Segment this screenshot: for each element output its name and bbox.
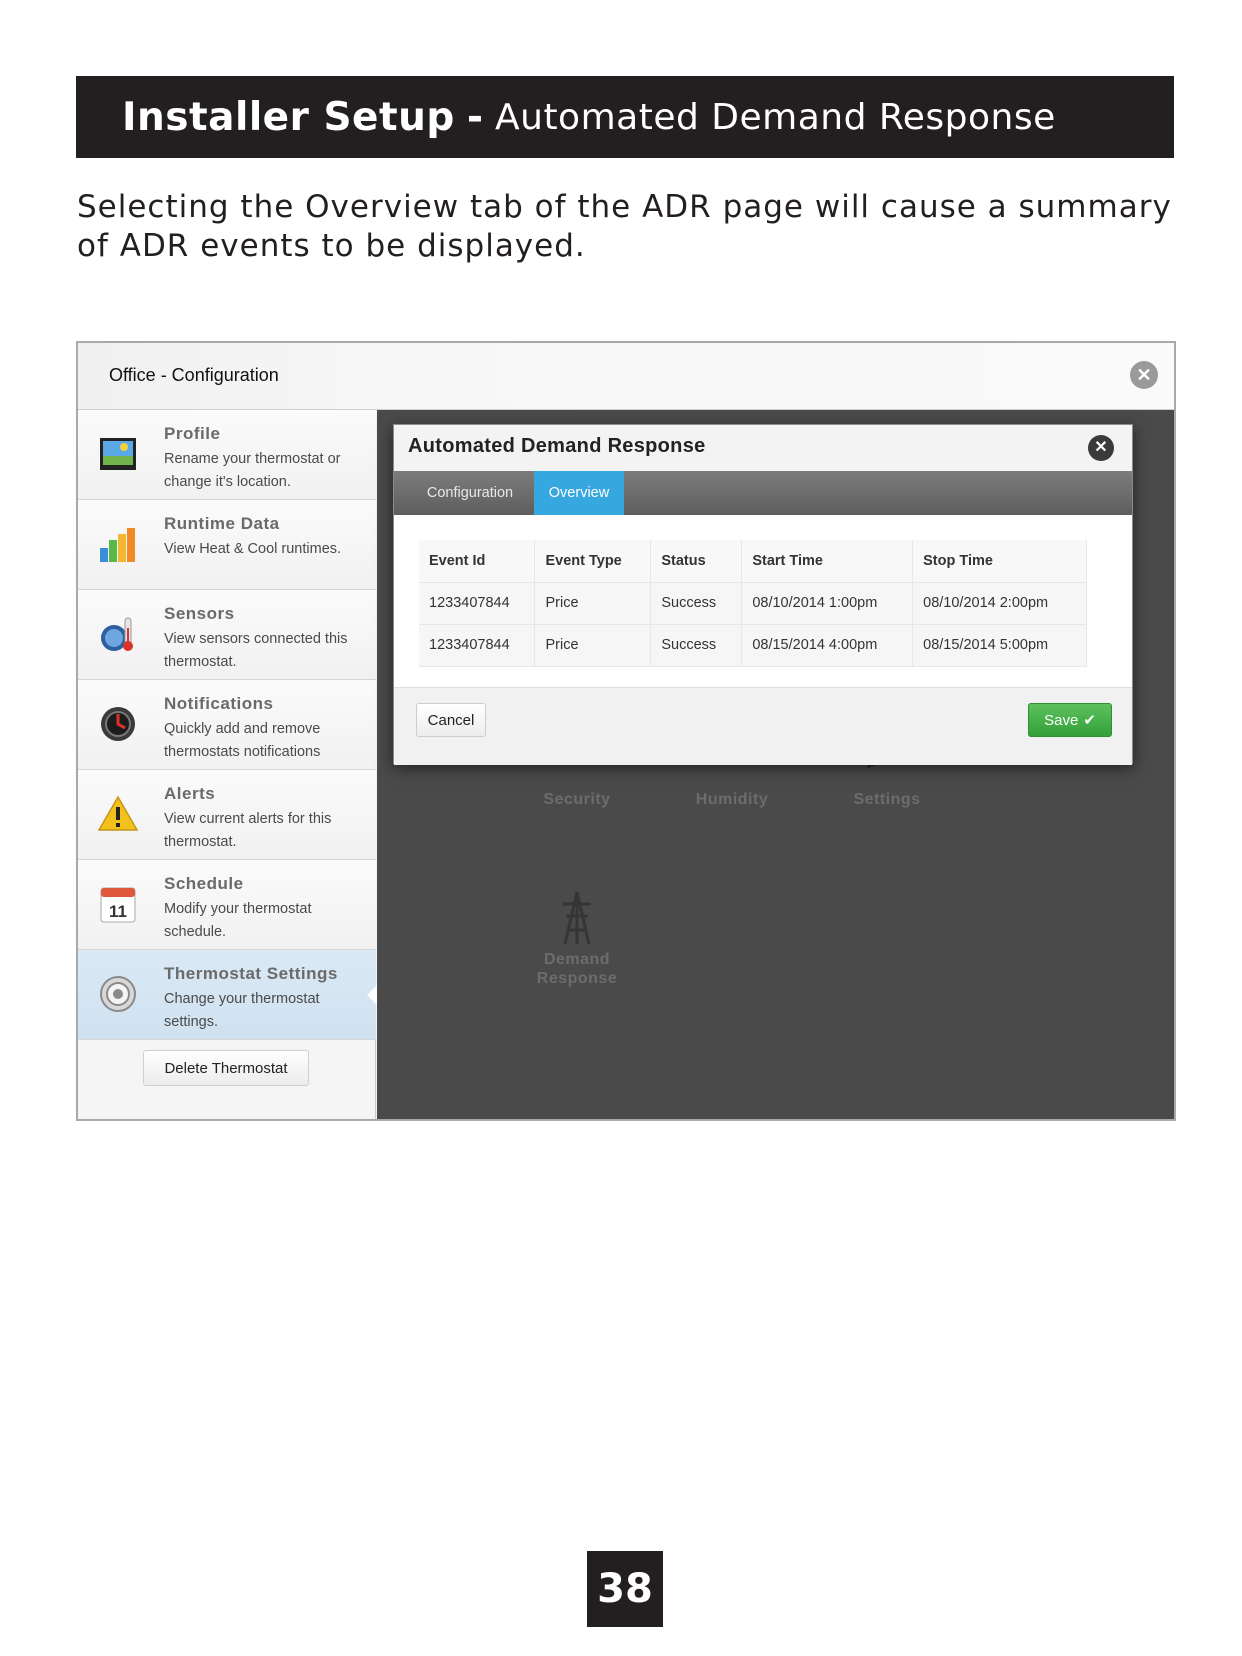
alarm-icon <box>101 707 135 741</box>
sidebar-item-desc: View current alerts for this thermostat. <box>164 811 332 850</box>
table-row: 1233407844 Price Success 08/10/2014 1:00… <box>419 582 1087 625</box>
intro-paragraph: Selecting the Overview tab of the ADR pa… <box>77 189 1172 264</box>
stop-time-cell: 08/10/2014 2:00pm <box>912 582 1087 625</box>
event-type-cell: Price <box>534 582 652 625</box>
adr-modal: Automated Demand Response ✕ Configuratio… <box>393 424 1133 765</box>
sidebar: Profile Rename your thermostat or change… <box>78 410 377 1119</box>
power-tower-icon <box>563 891 591 945</box>
sidebar-item-title: Thermostat Settings <box>164 964 338 983</box>
sidebar-item-title: Schedule <box>164 874 244 893</box>
column-header: Stop Time <box>912 540 1087 583</box>
sidebar-item-desc: Quickly add and remove thermostats notif… <box>164 721 321 760</box>
sidebar-item-title: Notifications <box>164 694 274 713</box>
tile-label: Humidity <box>695 791 769 808</box>
checkmark-icon: ✔ <box>1083 712 1096 729</box>
bar-chart-icon <box>100 528 135 562</box>
table-row: 1233407844 Price Success 08/15/2014 4:00… <box>419 624 1087 667</box>
modal-footer: Cancel Save ✔ <box>394 687 1132 765</box>
window-close-icon[interactable]: ✕ <box>1130 361 1158 389</box>
sidebar-item-title: Sensors <box>164 604 235 623</box>
page-header: Installer Setup - Automated Demand Respo… <box>76 76 1174 158</box>
modal-body: Event Id Event Type Status Start Time St… <box>394 515 1132 687</box>
header-subtitle: Automated Demand Response <box>495 96 1056 138</box>
save-label: Save <box>1044 711 1079 729</box>
calendar-day: 11 <box>109 902 127 921</box>
modal-title: Automated Demand Response <box>408 435 706 457</box>
tile-label: Security <box>543 791 611 808</box>
sidebar-item-profile[interactable]: Profile Rename your thermostat or change… <box>78 410 376 500</box>
event-id-cell: 1233407844 <box>419 582 536 625</box>
profile-picture-icon <box>100 438 136 470</box>
sidebar-item-schedule[interactable]: 11 Schedule Modify your thermostat sched… <box>78 860 376 950</box>
window-topbar: Office - Configuration ✕ <box>78 343 1174 410</box>
sidebar-item-title: Alerts <box>164 784 216 803</box>
sidebar-item-desc: View sensors connected this thermostat. <box>164 631 348 670</box>
calendar-icon: 11 <box>100 887 136 923</box>
modal-close-icon[interactable]: ✕ <box>1088 435 1114 461</box>
header-separator: - <box>466 94 483 140</box>
sidebar-item-notifications[interactable]: Notifications Quickly add and remove the… <box>78 680 376 770</box>
page-number: 38 <box>587 1551 663 1627</box>
sidebar-item-alerts[interactable]: Alerts View current alerts for this ther… <box>78 770 376 860</box>
sidebar-item-desc: Change your thermostat settings. <box>164 991 320 1030</box>
sidebar-item-thermostat-settings[interactable]: Thermostat Settings Change your thermost… <box>78 950 377 1040</box>
settings-dial-icon <box>100 976 136 1012</box>
sidebar-item-desc: View Heat & Cool runtimes. <box>164 541 342 557</box>
status-cell: Success <box>650 582 743 625</box>
tile-demand-response[interactable]: Demand Response <box>512 890 642 1010</box>
cancel-button[interactable]: Cancel <box>416 703 486 737</box>
selection-pointer <box>367 985 377 1005</box>
stop-time-cell: 08/15/2014 5:00pm <box>912 624 1087 667</box>
delete-thermostat-button[interactable]: Delete Thermostat <box>143 1050 309 1086</box>
tile-label: Settings <box>853 791 921 808</box>
window-title: Office - Configuration <box>109 365 279 385</box>
start-time-cell: 08/15/2014 4:00pm <box>741 624 914 667</box>
header-title: Installer Setup <box>122 94 455 140</box>
modal-tabs: Configuration Overview <box>394 471 1132 515</box>
start-time-cell: 08/10/2014 1:00pm <box>741 582 914 625</box>
sidebar-item-sensors[interactable]: Sensors View sensors connected this ther… <box>78 590 376 680</box>
sidebar-item-desc: Rename your thermostat or change it's lo… <box>164 451 341 490</box>
sidebar-item-desc: Modify your thermostat schedule. <box>164 901 312 940</box>
sidebar-item-title: Profile <box>164 424 221 443</box>
events-table: Event Id Event Type Status Start Time St… <box>419 540 1087 667</box>
status-cell: Success <box>650 624 743 667</box>
thermometer-icon <box>101 617 133 651</box>
sidebar-item-title: Runtime Data <box>164 514 280 533</box>
column-header: Start Time <box>741 540 914 583</box>
modal-header: Automated Demand Response ✕ <box>394 425 1132 471</box>
event-id-cell: 1233407844 <box>419 624 536 667</box>
configuration-window: Office - Configuration ✕ Profile Rename … <box>76 341 1176 1121</box>
column-header: Event Type <box>534 540 652 583</box>
tile-label: Demand Response <box>536 951 618 987</box>
warning-icon <box>97 795 139 831</box>
sidebar-item-runtime-data[interactable]: Runtime Data View Heat & Cool runtimes. <box>78 500 376 590</box>
column-header: Status <box>650 540 743 583</box>
table-header-row: Event Id Event Type Status Start Time St… <box>419 540 1087 583</box>
tab-overview[interactable]: Overview <box>534 471 624 515</box>
save-button[interactable]: Save ✔ <box>1028 703 1112 737</box>
column-header: Event Id <box>419 540 536 583</box>
tab-configuration[interactable]: Configuration <box>406 471 534 515</box>
event-type-cell: Price <box>534 624 652 667</box>
